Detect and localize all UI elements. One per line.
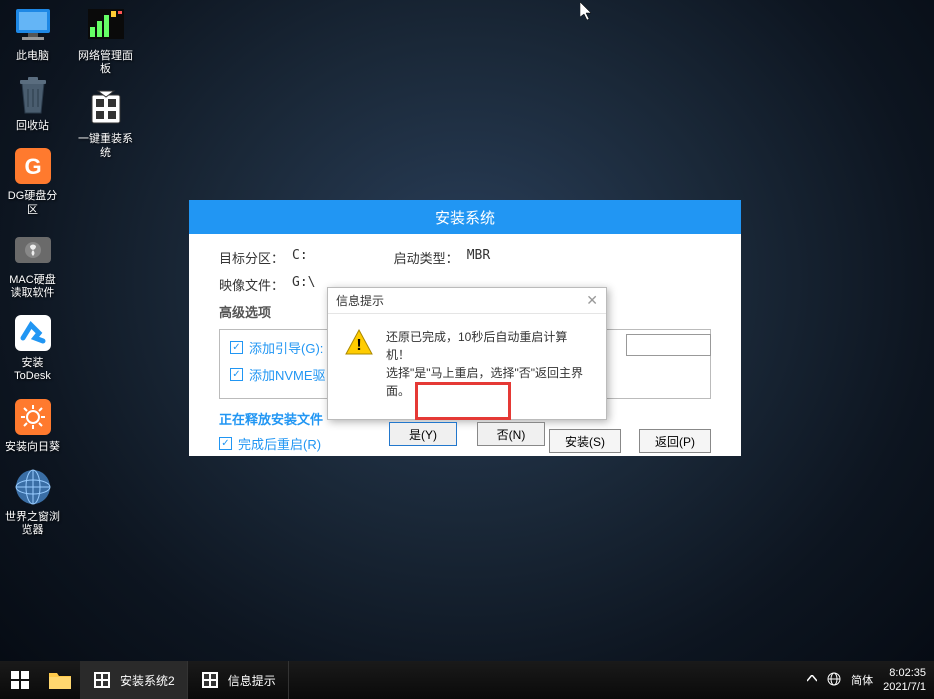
tray-network-icon[interactable] bbox=[827, 672, 841, 689]
image-file-label: 映像文件： bbox=[219, 275, 284, 294]
target-partition-value: C: bbox=[292, 248, 308, 267]
icon-reinstall-system[interactable]: 一键重装系统 bbox=[78, 88, 133, 159]
icon-label: 安装ToDesk bbox=[5, 357, 60, 383]
tray-chevron-icon[interactable] bbox=[807, 674, 817, 686]
icon-mac-disk[interactable]: MAC硬盘读取软件 bbox=[5, 229, 60, 300]
no-button[interactable]: 否(N) bbox=[477, 422, 545, 446]
icon-label: 网络管理面板 bbox=[78, 50, 133, 76]
icon-label: 此电脑 bbox=[16, 50, 49, 63]
tray-ime[interactable]: 简体 bbox=[851, 672, 873, 688]
icon-label: MAC硬盘读取软件 bbox=[5, 274, 60, 300]
yes-button[interactable]: 是(Y) bbox=[389, 422, 457, 446]
start-button[interactable] bbox=[0, 661, 40, 699]
taskbar-item-label: 安装系统2 bbox=[120, 672, 175, 689]
icon-label: 世界之窗浏览器 bbox=[5, 511, 60, 537]
dialog-title-text: 信息提示 bbox=[336, 292, 384, 309]
icon-dg-partition[interactable]: G DG硬盘分区 bbox=[5, 145, 60, 216]
taskbar-item-dialog[interactable]: 信息提示 bbox=[188, 661, 289, 699]
taskbar-item-label: 信息提示 bbox=[228, 672, 276, 689]
icon-label: 安装向日葵 bbox=[5, 441, 60, 454]
icon-recycle-bin[interactable]: 回收站 bbox=[5, 75, 60, 133]
option-box bbox=[626, 334, 711, 356]
return-button[interactable]: 返回(P) bbox=[639, 429, 711, 453]
icon-this-pc[interactable]: 此电脑 bbox=[5, 5, 60, 63]
taskbar: 安装系统2 信息提示 简体 8:02:35 2021/7/1 bbox=[0, 661, 934, 699]
restart-after-checkbox[interactable]: ✓完成后重启(R) bbox=[219, 434, 321, 453]
svg-text:G: G bbox=[24, 154, 41, 179]
taskbar-clock[interactable]: 8:02:35 2021/7/1 bbox=[883, 666, 926, 695]
clock-date: 2021/7/1 bbox=[883, 680, 926, 694]
svg-text:!: ! bbox=[356, 337, 361, 354]
image-file-value: G:\ bbox=[292, 275, 315, 294]
file-explorer-icon[interactable] bbox=[40, 661, 80, 699]
desktop-icons: 此电脑 回收站 G DG硬盘分区 MAC硬盘读取软件 安装ToDesk 安装向日… bbox=[5, 5, 133, 537]
mouse-cursor bbox=[580, 2, 596, 27]
installer-title: 安装系统 bbox=[189, 200, 741, 234]
close-icon[interactable]: ✕ bbox=[586, 292, 598, 309]
taskbar-item-installer[interactable]: 安装系统2 bbox=[80, 661, 188, 699]
icon-sunflower[interactable]: 安装向日葵 bbox=[5, 396, 60, 454]
icon-todesk[interactable]: 安装ToDesk bbox=[5, 312, 60, 383]
target-partition-label: 目标分区： bbox=[219, 248, 284, 267]
dialog-message-line1: 还原已完成，10秒后自动重启计算机！ bbox=[386, 328, 590, 364]
boot-type-value: MBR bbox=[467, 248, 490, 267]
dialog-message-line2: 选择"是"马上重启，选择"否"返回主界面。 bbox=[386, 364, 590, 400]
icon-label: 一键重装系统 bbox=[78, 133, 133, 159]
icon-theworld-browser[interactable]: 世界之窗浏览器 bbox=[5, 466, 60, 537]
boot-type-label: 启动类型： bbox=[394, 248, 459, 267]
message-dialog: 信息提示 ✕ ! 还原已完成，10秒后自动重启计算机！ 选择"是"马上重启，选择… bbox=[327, 287, 607, 420]
icon-label: 回收站 bbox=[16, 120, 49, 133]
icon-label: DG硬盘分区 bbox=[5, 190, 60, 216]
clock-time: 8:02:35 bbox=[883, 666, 926, 680]
warning-icon: ! bbox=[344, 328, 374, 358]
icon-network-panel[interactable]: 网络管理面板 bbox=[78, 5, 133, 76]
